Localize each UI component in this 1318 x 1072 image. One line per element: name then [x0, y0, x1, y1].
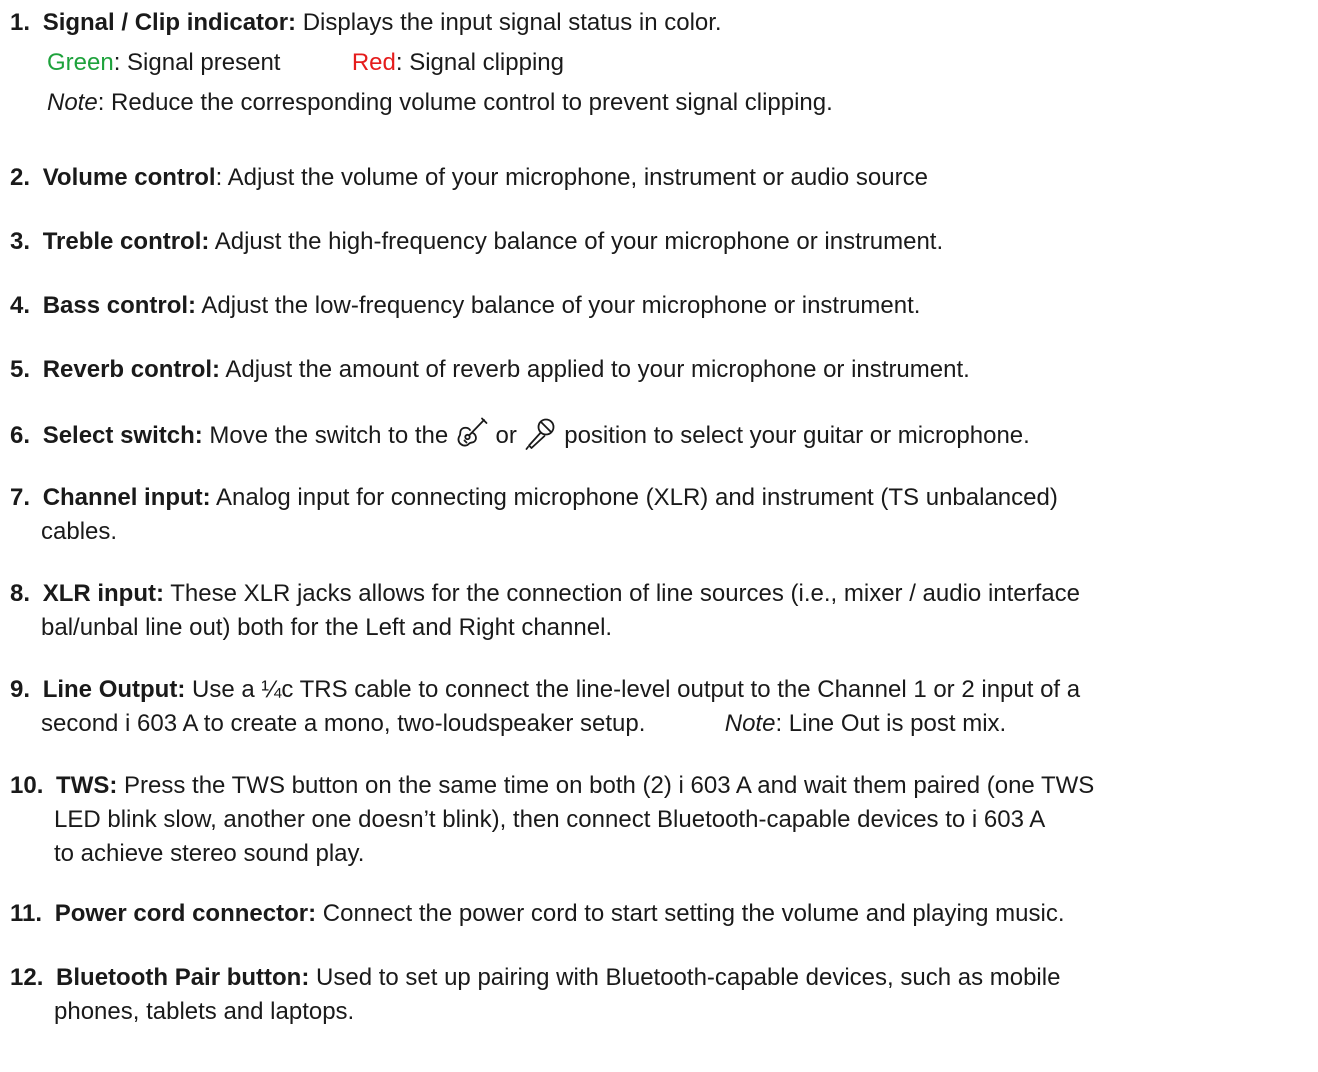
- item-term: Treble control:: [42, 228, 210, 255]
- item-description-line1: Used to set up pairing with Bluetooth-ca…: [309, 964, 1061, 991]
- guitar-icon: [455, 416, 489, 450]
- item-description-mid: or: [488, 422, 524, 449]
- note-label: Note: [724, 710, 776, 737]
- item-term: XLR input:: [42, 580, 164, 607]
- item-number: 9.: [10, 676, 31, 703]
- item-number: 4.: [10, 292, 31, 319]
- item-term: Volume control: [42, 164, 216, 191]
- item-number: 1.: [10, 9, 31, 36]
- item-description-line2: cables.: [41, 518, 118, 545]
- item-description-after: position to select your guitar or microp…: [557, 422, 1030, 449]
- item-term: Power cord connector:: [54, 900, 317, 927]
- item-description: Adjust the low-frequency balance of your…: [196, 292, 921, 319]
- item-description: Adjust the amount of reverb applied to y…: [220, 356, 970, 383]
- item-number: 12.: [10, 964, 44, 991]
- item-description: : Adjust the volume of your microphone, …: [215, 164, 928, 191]
- item-description: Connect the power cord to start setting …: [316, 900, 1065, 927]
- red-label: Red: [351, 49, 396, 76]
- item-description: Displays the input signal status in colo…: [296, 9, 722, 36]
- item-term: Channel input:: [42, 484, 211, 511]
- green-description: : Signal present: [113, 49, 281, 76]
- item-term: TWS:: [56, 772, 118, 799]
- item-description: Adjust the high-frequency balance of you…: [209, 228, 944, 255]
- item-description-line1: Analog input for connecting microphone (…: [210, 484, 1058, 511]
- item-description-line1: Press the TWS button on the same time on…: [117, 772, 1095, 799]
- manual-page: 1. Signal / Clip indicator: Displays the…: [0, 0, 1318, 1072]
- note-description: : Reduce the corresponding volume contro…: [97, 89, 833, 116]
- item-term: Signal / Clip indicator:: [42, 9, 297, 36]
- item-number: 7.: [10, 484, 31, 511]
- item-description-line2: second i 603 A to create a mono, two-lou…: [41, 710, 646, 737]
- microphone-icon: [524, 416, 558, 450]
- item-description-line2: LED blink slow, another one doesn’t blin…: [54, 806, 1046, 833]
- item-number: 6.: [10, 422, 31, 449]
- green-label: Green: [47, 49, 114, 76]
- item-term: Select switch:: [42, 422, 203, 449]
- note-label: Note: [47, 89, 98, 116]
- item-term: Reverb control:: [42, 356, 221, 383]
- item-description-line3: to achieve stereo sound play.: [54, 840, 365, 867]
- item-number: 8.: [10, 580, 31, 607]
- red-description: : Signal clipping: [395, 49, 564, 76]
- item-number: 2.: [10, 164, 31, 191]
- note-description: : Line Out is post mix.: [775, 710, 1007, 737]
- item-number: 3.: [10, 228, 31, 255]
- item-description-before: Move the switch to the: [202, 422, 455, 449]
- item-description-line2: phones, tablets and laptops.: [54, 998, 355, 1025]
- item-term: Line Output:: [42, 676, 186, 703]
- item-number: 11.: [10, 900, 43, 927]
- item-term: Bass control:: [42, 292, 197, 319]
- item-number: 10.: [10, 772, 44, 799]
- item-number: 5.: [10, 356, 31, 383]
- item-term: Bluetooth Pair button:: [56, 964, 310, 991]
- item-description-line1: Use a ¼c TRS cable to connect the line-l…: [185, 676, 1081, 703]
- item-description-line1: These XLR jacks allows for the connectio…: [164, 580, 1080, 607]
- item-description-line2: bal/unbal line out) both for the Left an…: [41, 614, 613, 641]
